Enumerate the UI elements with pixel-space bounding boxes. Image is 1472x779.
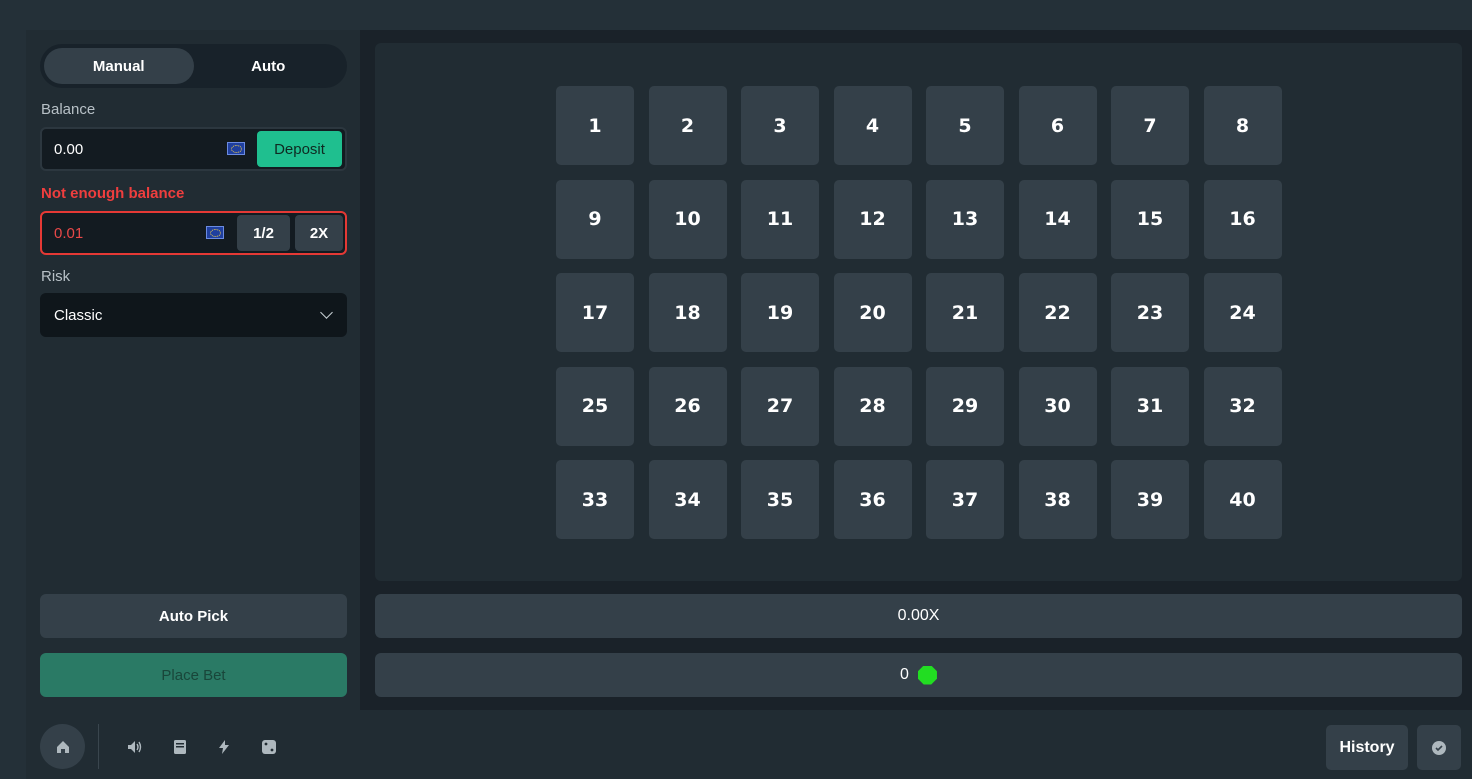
tile-16[interactable]: 16	[1203, 179, 1282, 259]
tile-8[interactable]: 8	[1203, 86, 1282, 165]
tile-18[interactable]: 18	[648, 273, 727, 352]
shield-check-icon	[1432, 740, 1446, 755]
balance-field: Deposit	[40, 127, 347, 171]
tab-auto[interactable]: Auto	[194, 48, 344, 84]
tile-29[interactable]: 29	[926, 366, 1004, 446]
tile-12[interactable]: 12	[833, 179, 912, 259]
tile-31[interactable]: 31	[1111, 366, 1189, 446]
eu-flag-icon	[206, 226, 224, 239]
footer-toolbar: History	[26, 710, 1472, 779]
tile-38[interactable]: 38	[1018, 460, 1097, 539]
tile-37[interactable]: 37	[926, 460, 1004, 539]
tile-36[interactable]: 36	[833, 460, 912, 539]
tile-17[interactable]: 17	[556, 273, 634, 352]
deposit-button[interactable]: Deposit	[257, 131, 342, 167]
dice-icon[interactable]	[261, 739, 277, 755]
tile-25[interactable]: 25	[556, 366, 634, 446]
tile-7[interactable]: 7	[1111, 86, 1189, 165]
keno-board: 1 2 3 4 5 6 7 8 9 10 11 12 13 14 15 16 17 18 19 20 21 22 23 24 2…	[375, 43, 1462, 581]
risk-select[interactable]: Classic	[40, 293, 347, 337]
lightning-icon[interactable]	[216, 739, 232, 755]
tile-1[interactable]: 1	[556, 86, 634, 165]
tile-20[interactable]: 20	[833, 273, 912, 352]
tile-4[interactable]: 4	[833, 86, 912, 165]
tile-19[interactable]: 19	[741, 273, 819, 352]
risk-selected-value: Classic	[54, 306, 103, 324]
eu-flag-icon	[227, 142, 245, 155]
gem-icon	[917, 665, 937, 685]
tile-5[interactable]: 5	[926, 86, 1004, 165]
tile-21[interactable]: 21	[926, 273, 1004, 352]
tile-28[interactable]: 28	[833, 366, 912, 446]
hits-bar: 0	[375, 653, 1462, 697]
tile-11[interactable]: 11	[741, 179, 819, 259]
tile-24[interactable]: 24	[1203, 273, 1282, 352]
home-button[interactable]	[40, 724, 85, 769]
tile-33[interactable]: 33	[556, 460, 634, 539]
tile-26[interactable]: 26	[648, 366, 727, 446]
tile-9[interactable]: 9	[556, 179, 634, 259]
book-icon[interactable]	[172, 739, 188, 755]
fairness-button[interactable]	[1417, 725, 1461, 770]
keno-app: Manual Auto Balance Deposit Not enough b…	[26, 30, 1472, 779]
tab-manual[interactable]: Manual	[44, 48, 194, 84]
history-button[interactable]: History	[1326, 725, 1408, 770]
volume-icon[interactable]	[127, 739, 143, 755]
place-bet-button[interactable]: Place Bet	[40, 653, 347, 697]
mode-toggle: Manual Auto	[40, 44, 347, 88]
multiplier-bar: 0.00X	[375, 594, 1462, 638]
tile-2[interactable]: 2	[648, 86, 727, 165]
tile-6[interactable]: 6	[1018, 86, 1097, 165]
bet-panel: Manual Auto Balance Deposit Not enough b…	[26, 30, 360, 710]
tile-grid: 1 2 3 4 5 6 7 8 9 10 11 12 13 14 15 16 17 18 19 20 21 22 23 24 2…	[556, 86, 1282, 539]
tile-22[interactable]: 22	[1018, 273, 1097, 352]
bet-amount-input[interactable]	[54, 213, 204, 253]
tile-14[interactable]: 14	[1018, 179, 1097, 259]
tile-34[interactable]: 34	[648, 460, 727, 539]
bet-amount-field: 1/2 2X	[40, 211, 347, 255]
tile-10[interactable]: 10	[648, 179, 727, 259]
footer-divider	[98, 724, 99, 769]
chevron-down-icon	[320, 306, 333, 319]
half-bet-button[interactable]: 1/2	[237, 215, 290, 251]
tile-35[interactable]: 35	[741, 460, 819, 539]
home-icon	[56, 740, 69, 753]
tile-39[interactable]: 39	[1111, 460, 1189, 539]
bet-error-message: Not enough balance	[41, 185, 185, 202]
auto-pick-button[interactable]: Auto Pick	[40, 594, 347, 638]
multiplier-value: 0.00X	[897, 607, 940, 624]
tile-23[interactable]: 23	[1111, 273, 1189, 352]
tile-32[interactable]: 32	[1203, 366, 1282, 446]
risk-label: Risk	[41, 268, 71, 285]
tile-3[interactable]: 3	[741, 86, 819, 165]
balance-label: Balance	[41, 101, 96, 118]
tile-13[interactable]: 13	[926, 179, 1004, 259]
balance-input[interactable]	[54, 129, 204, 169]
tile-15[interactable]: 15	[1111, 179, 1189, 259]
tile-30[interactable]: 30	[1018, 366, 1097, 446]
double-bet-button[interactable]: 2X	[295, 215, 343, 251]
tile-27[interactable]: 27	[741, 366, 819, 446]
hits-count: 0	[900, 666, 909, 683]
tile-40[interactable]: 40	[1203, 460, 1282, 539]
